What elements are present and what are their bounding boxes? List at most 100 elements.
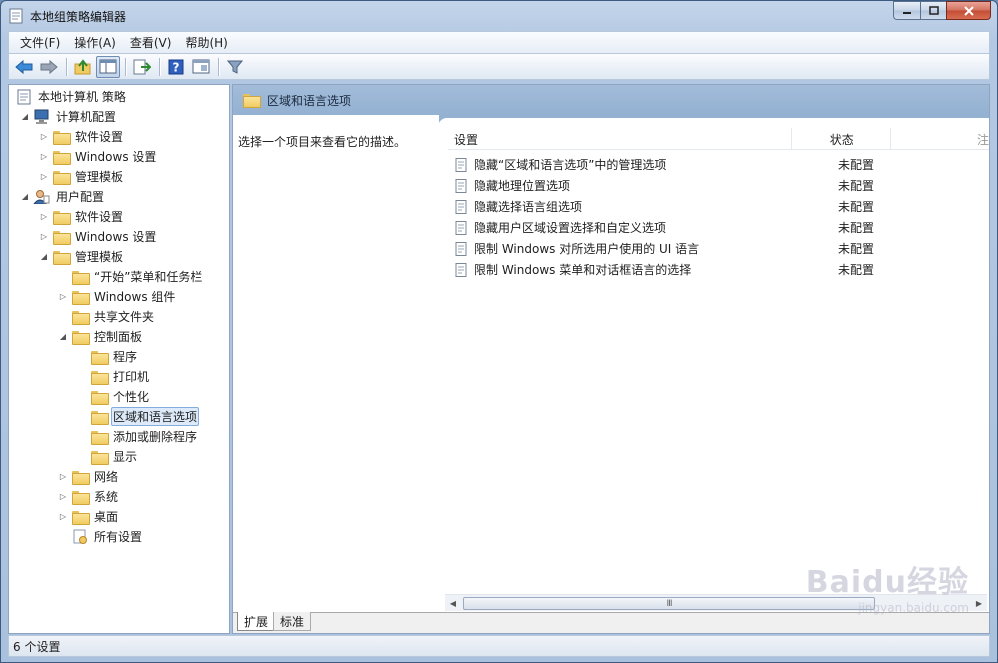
tree-item[interactable]: ◢ 计算机配置 xyxy=(19,107,118,126)
close-button[interactable] xyxy=(946,1,991,20)
collapsed-arrow-icon[interactable]: ▷ xyxy=(57,471,69,483)
setting-row[interactable]: 限制 Windows 菜单和对话框语言的选择 未配置 xyxy=(448,259,968,280)
properties-icon xyxy=(192,59,210,74)
collapsed-arrow-icon[interactable]: ▷ xyxy=(38,171,50,183)
console-tree: 本地计算机 策略 ◢ 计算机配置 ▷ 软件设置 ▷ Windows 设置 ▷ 管理模板 ◢ 用户配置… xyxy=(8,84,230,634)
forward-button[interactable] xyxy=(37,56,61,78)
policy-setting-icon xyxy=(455,157,467,172)
setting-row[interactable]: 隐藏地理位置选项 未配置 xyxy=(448,175,968,196)
tree-item[interactable]: 程序 xyxy=(76,347,139,366)
setting-state: 未配置 xyxy=(838,200,875,214)
expanded-arrow-icon[interactable]: ◢ xyxy=(57,331,69,343)
tree-item[interactable]: ▷ Windows 组件 xyxy=(57,287,177,306)
tab-standard[interactable]: 标准 xyxy=(273,612,312,631)
filter-button[interactable] xyxy=(223,56,247,78)
tree-item-label: 软件设置 xyxy=(75,210,124,224)
tree-item[interactable]: “开始”菜单和任务栏 xyxy=(57,267,204,286)
maximize-icon xyxy=(928,6,939,15)
filter-icon xyxy=(227,60,243,74)
tree-item[interactable]: 添加或删除程序 xyxy=(76,427,199,446)
column-setting[interactable]: 设置 xyxy=(448,128,792,150)
tree-item[interactable]: 本地计算机 策略 xyxy=(13,87,128,106)
expanded-arrow-icon[interactable]: ◢ xyxy=(19,111,31,123)
setting-row[interactable]: 隐藏选择语言组选项 未配置 xyxy=(448,196,968,217)
collapsed-arrow-icon[interactable]: ▷ xyxy=(38,211,50,223)
tree-item[interactable]: 打印机 xyxy=(76,367,151,386)
tree-item[interactable]: 共享文件夹 xyxy=(57,307,156,326)
tree-item[interactable]: 个性化 xyxy=(76,387,151,406)
setting-name: 限制 Windows 对所选用户使用的 UI 语言 xyxy=(474,242,700,256)
baidu-watermark: Baidu经验 jingyan.baidu.com xyxy=(806,557,969,615)
tab-extended[interactable]: 扩展 xyxy=(237,612,276,631)
policy-icon xyxy=(15,89,32,104)
show-hide-console-tree-button[interactable] xyxy=(96,55,120,78)
properties-button[interactable] xyxy=(189,56,213,78)
tree-item[interactable]: ◢ 用户配置 xyxy=(19,187,106,206)
menu-action[interactable]: 操作(A) xyxy=(67,32,123,53)
minimize-button[interactable] xyxy=(893,1,920,20)
tree-item[interactable]: ▷ Windows 设置 xyxy=(38,227,158,246)
tree-item-label: “开始”菜单和任务栏 xyxy=(94,270,203,284)
tree-item[interactable]: 显示 xyxy=(76,447,139,466)
expanded-arrow-icon[interactable]: ◢ xyxy=(38,251,50,263)
collapsed-arrow-icon[interactable]: ▷ xyxy=(57,511,69,523)
menu-file[interactable]: 文件(F) xyxy=(13,32,67,53)
setting-row[interactable]: 隐藏“区域和语言选项”中的管理选项 未配置 xyxy=(448,154,968,175)
tree-item[interactable]: ▷ Windows 设置 xyxy=(38,147,158,166)
up-level-button[interactable] xyxy=(71,56,95,78)
tree-item[interactable]: ▷ 软件设置 xyxy=(38,127,125,146)
tree-item-label: Windows 设置 xyxy=(75,230,157,244)
tree-item-label: 本地计算机 策略 xyxy=(38,90,126,104)
tree-item[interactable]: 区域和语言选项 xyxy=(76,407,200,426)
folder-icon xyxy=(71,329,90,345)
all-settings-icon xyxy=(71,529,88,544)
export-list-button[interactable] xyxy=(130,56,154,78)
tree-item-label: 共享文件夹 xyxy=(94,310,155,324)
column-comment[interactable]: 注 xyxy=(891,128,989,150)
tree-item[interactable]: ▷ 桌面 xyxy=(57,507,120,526)
setting-row[interactable]: 限制 Windows 对所选用户使用的 UI 语言 未配置 xyxy=(448,238,968,259)
setting-row[interactable]: 隐藏用户区域设置选择和自定义选项 未配置 xyxy=(448,217,968,238)
collapsed-arrow-icon[interactable]: ▷ xyxy=(38,151,50,163)
menu-help[interactable]: 帮助(H) xyxy=(178,32,234,53)
column-state[interactable]: 状态 xyxy=(792,128,891,150)
folder-icon xyxy=(52,229,71,245)
collapsed-arrow-icon[interactable]: ▷ xyxy=(38,131,50,143)
collapsed-arrow-icon[interactable]: ▷ xyxy=(57,291,69,303)
expanded-arrow-icon[interactable]: ◢ xyxy=(19,191,31,203)
scroll-left-icon[interactable]: ◀ xyxy=(445,595,461,611)
tree-item[interactable]: ▷ 管理模板 xyxy=(38,167,125,186)
tree-item[interactable]: 所有设置 xyxy=(57,527,144,546)
folder-icon xyxy=(52,129,71,145)
tree-item-label: 管理模板 xyxy=(75,170,124,184)
window-title: 本地组策略编辑器 xyxy=(30,10,127,24)
collapsed-arrow-icon[interactable]: ▷ xyxy=(38,231,50,243)
folder-icon xyxy=(90,429,109,445)
back-button[interactable] xyxy=(12,56,36,78)
policy-setting-icon xyxy=(455,262,467,277)
folder-icon xyxy=(71,489,90,505)
scroll-right-icon[interactable]: ▶ xyxy=(971,595,987,611)
collapsed-arrow-icon[interactable]: ▷ xyxy=(57,491,69,503)
title-bar[interactable]: 本地组策略编辑器 xyxy=(1,1,997,31)
column-header: 设置 状态 注 xyxy=(448,128,989,150)
tree-item-label: 软件设置 xyxy=(75,130,124,144)
setting-state: 未配置 xyxy=(838,179,875,193)
tree-item-label: 计算机配置 xyxy=(56,110,117,124)
tree-item[interactable]: ◢ 控制面板 xyxy=(57,327,144,346)
tree-item[interactable]: ▷ 系统 xyxy=(57,487,120,506)
tree-item[interactable]: ◢ 管理模板 xyxy=(38,247,125,266)
menu-view[interactable]: 查看(V) xyxy=(123,32,179,53)
policy-setting-icon xyxy=(455,178,467,193)
maximize-button[interactable] xyxy=(920,1,946,20)
tree-item[interactable]: ▷ 软件设置 xyxy=(38,207,125,226)
setting-state: 未配置 xyxy=(838,221,875,235)
tree-item[interactable]: ▷ 网络 xyxy=(57,467,120,486)
policy-setting-icon xyxy=(455,241,467,256)
help-button[interactable]: ? xyxy=(164,56,188,78)
back-arrow-icon xyxy=(15,59,33,74)
tree-item-label: 用户配置 xyxy=(56,190,105,204)
